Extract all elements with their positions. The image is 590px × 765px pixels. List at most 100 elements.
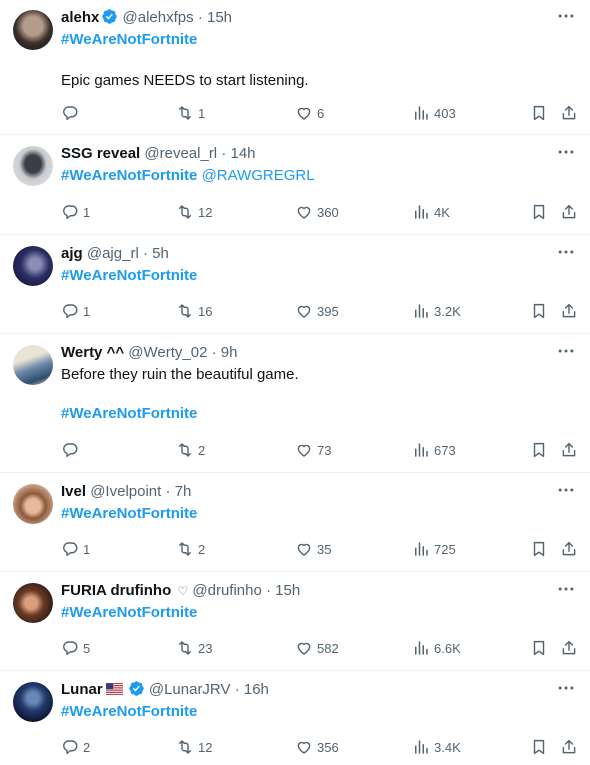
views-button[interactable]: 725 (412, 538, 456, 560)
reply-count: 1 (83, 204, 91, 220)
retweet-button[interactable]: 16 (176, 300, 212, 322)
author-handle[interactable]: @drufinho (192, 582, 261, 599)
timestamp[interactable]: 7h (175, 483, 192, 500)
share-button[interactable] (560, 102, 578, 124)
like-button[interactable]: 356 (295, 736, 339, 758)
views-button[interactable]: 3.2K (412, 300, 461, 322)
separator-dot: · (211, 344, 217, 361)
avatar[interactable] (13, 345, 53, 385)
tweet-card[interactable]: SSG reveal @reveal_rl · 14h #WeAreNotFor… (0, 136, 590, 235)
timestamp[interactable]: 15h (207, 9, 232, 26)
author-handle[interactable]: @reveal_rl (144, 145, 217, 162)
bookmark-button[interactable] (530, 538, 548, 560)
mention-link[interactable]: @RAWGREGRL (202, 167, 315, 184)
share-button[interactable] (560, 637, 578, 659)
author-handle[interactable]: @Ivelpoint (90, 483, 161, 500)
retweet-button[interactable]: 12 (176, 201, 212, 223)
like-button[interactable]: 35 (295, 538, 331, 560)
tweet-card[interactable]: Werty ^^ @Werty_02 · 9h Before they ruin… (0, 335, 590, 473)
views-button[interactable]: 3.4K (412, 736, 461, 758)
hashtag-link[interactable]: #WeAreNotFortnite (61, 701, 550, 723)
bookmark-button[interactable] (530, 201, 548, 223)
share-button[interactable] (560, 439, 578, 461)
reply-icon (63, 542, 78, 557)
hashtag-link[interactable]: #WeAreNotFortnite (61, 167, 197, 184)
retweet-button[interactable]: 1 (176, 102, 205, 124)
views-button[interactable]: 403 (412, 102, 456, 124)
like-button[interactable]: 582 (295, 637, 339, 659)
retweet-button[interactable]: 23 (176, 637, 212, 659)
author-name[interactable]: alehx (61, 9, 99, 26)
reply-button[interactable]: 5 (61, 637, 90, 659)
share-icon (562, 442, 576, 457)
more-options-icon[interactable] (556, 142, 576, 162)
verified-badge-icon (128, 681, 144, 696)
author-name[interactable]: Ivel (61, 483, 86, 500)
author-name[interactable]: FURIA drufinho (61, 582, 171, 599)
author-handle[interactable]: @Werty_02 (128, 344, 207, 361)
timestamp[interactable]: 15h (275, 582, 300, 599)
timestamp[interactable]: 14h (231, 145, 256, 162)
tweet-card[interactable]: alehx @alehxfps · 15h #WeAreNotFortnite … (0, 0, 590, 135)
share-button[interactable] (560, 201, 578, 223)
retweet-button[interactable]: 2 (176, 439, 205, 461)
author-name[interactable]: ajg (61, 245, 83, 262)
share-button[interactable] (560, 300, 578, 322)
tweet-card[interactable]: Ivel @Ivelpoint · 7h #WeAreNotFortnite 1… (0, 474, 590, 572)
retweet-button[interactable]: 2 (176, 538, 205, 560)
bookmark-button[interactable] (530, 439, 548, 461)
reply-button[interactable] (61, 439, 83, 461)
bookmark-button[interactable] (530, 736, 548, 758)
hashtag-link[interactable]: #WeAreNotFortnite (61, 602, 550, 624)
heart-icon (297, 444, 311, 457)
views-button[interactable]: 6.6K (412, 637, 461, 659)
avatar[interactable] (13, 484, 53, 524)
reply-button[interactable]: 1 (61, 538, 90, 560)
tweet-card[interactable]: FURIA drufinho ♡ @drufinho · 15h #WeAreN… (0, 573, 590, 671)
timestamp[interactable]: 9h (221, 344, 238, 361)
reply-button[interactable] (61, 102, 83, 124)
hashtag-link[interactable]: #WeAreNotFortnite (61, 265, 550, 287)
author-name[interactable]: Lunar (61, 681, 103, 698)
share-button[interactable] (560, 736, 578, 758)
more-options-icon[interactable] (556, 242, 576, 262)
tweet-card[interactable]: Lunar @LunarJRV · 16h #WeAreNotFortnite … (0, 672, 590, 765)
avatar[interactable] (13, 682, 53, 722)
views-button[interactable]: 4K (412, 201, 450, 223)
bookmark-button[interactable] (530, 637, 548, 659)
like-count: 6 (317, 105, 325, 121)
hashtag-link[interactable]: #WeAreNotFortnite (61, 403, 550, 425)
like-button[interactable]: 73 (295, 439, 331, 461)
author-name[interactable]: Werty ^^ (61, 344, 124, 361)
more-options-icon[interactable] (556, 579, 576, 599)
reply-button[interactable]: 1 (61, 300, 90, 322)
bookmark-button[interactable] (530, 102, 548, 124)
tweet-card[interactable]: ajg @ajg_rl · 5h #WeAreNotFortnite 1 16 … (0, 236, 590, 334)
more-options-icon[interactable] (556, 6, 576, 26)
separator-dot: · (142, 245, 148, 262)
more-options-icon[interactable] (556, 678, 576, 698)
timestamp[interactable]: 16h (244, 681, 269, 698)
author-handle[interactable]: @ajg_rl (87, 245, 139, 262)
timestamp[interactable]: 5h (152, 245, 169, 262)
avatar[interactable] (13, 583, 53, 623)
author-handle[interactable]: @alehxfps (123, 9, 194, 26)
avatar[interactable] (13, 10, 53, 50)
author-name[interactable]: SSG reveal (61, 145, 140, 162)
reply-button[interactable]: 2 (61, 736, 90, 758)
share-button[interactable] (560, 538, 578, 560)
bookmark-button[interactable] (530, 300, 548, 322)
hashtag-link[interactable]: #WeAreNotFortnite (61, 503, 550, 525)
hashtag-link[interactable]: #WeAreNotFortnite (61, 29, 550, 51)
more-options-icon[interactable] (556, 341, 576, 361)
reply-button[interactable]: 1 (61, 201, 90, 223)
views-button[interactable]: 673 (412, 439, 456, 461)
avatar[interactable] (13, 146, 53, 186)
like-button[interactable]: 360 (295, 201, 339, 223)
like-button[interactable]: 6 (295, 102, 324, 124)
like-button[interactable]: 395 (295, 300, 339, 322)
retweet-button[interactable]: 12 (176, 736, 212, 758)
more-options-icon[interactable] (556, 480, 576, 500)
avatar[interactable] (13, 246, 53, 286)
author-handle[interactable]: @LunarJRV (149, 681, 231, 698)
